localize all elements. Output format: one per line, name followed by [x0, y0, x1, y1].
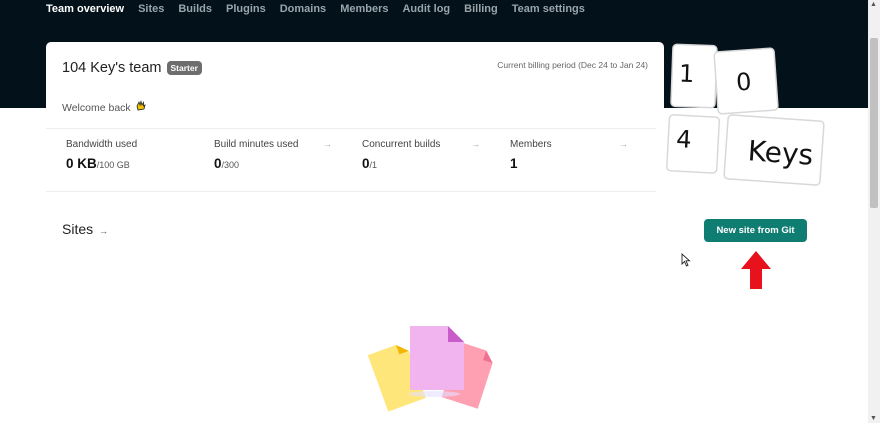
- scroll-down-icon[interactable]: ▼: [870, 415, 877, 422]
- stat-bandwidth: Bandwidth used 0 KB/100 GB: [46, 129, 194, 191]
- waving-hand-icon: [135, 100, 147, 115]
- team-logo-keys: 1 0 4 Keys: [666, 43, 825, 186]
- logo-key-1: 1: [679, 59, 695, 88]
- empty-sites-files-illustration: [368, 326, 493, 412]
- nav-builds[interactable]: Builds: [178, 3, 212, 15]
- team-nav: Team overview Sites Builds Plugins Domai…: [46, 3, 599, 15]
- stat-build-minutes[interactable]: Build minutes used 0/300 →: [194, 129, 342, 191]
- scroll-up-icon[interactable]: ▲: [870, 1, 877, 8]
- scrollbar-thumb[interactable]: [870, 38, 878, 208]
- welcome-text: Welcome back: [62, 101, 131, 114]
- stat-label: Bandwidth used: [66, 139, 138, 150]
- nav-members[interactable]: Members: [340, 3, 388, 15]
- plan-badge: Starter: [166, 61, 202, 75]
- nav-sites[interactable]: Sites: [138, 3, 164, 15]
- logo-key-keys: Keys: [747, 134, 815, 171]
- logo-key-0: 0: [735, 68, 752, 97]
- stat-value: 0 KB/100 GB: [66, 156, 130, 171]
- stat-value: 0/1: [362, 156, 378, 171]
- arrow-right-icon: →: [99, 226, 109, 236]
- stat-value: 1: [510, 156, 518, 171]
- vertical-scrollbar[interactable]: ▲ ▼: [868, 0, 880, 423]
- new-site-from-git-button[interactable]: New site from Git: [704, 219, 807, 242]
- billing-period: Current billing period (Dec 24 to Jan 24…: [497, 60, 648, 70]
- nav-team-settings[interactable]: Team settings: [512, 3, 585, 15]
- stat-members[interactable]: Members 1 →: [490, 129, 638, 191]
- sites-title: Sites: [62, 221, 94, 237]
- welcome-message: Welcome back: [62, 100, 147, 115]
- nav-team-overview[interactable]: Team overview: [46, 3, 124, 15]
- team-overview-card: 104 Key's team Starter Current billing p…: [46, 42, 664, 194]
- annotation-arrow-up-icon: [741, 251, 771, 289]
- nav-domains[interactable]: Domains: [280, 3, 326, 15]
- sites-heading[interactable]: Sites →: [62, 221, 108, 237]
- nav-plugins[interactable]: Plugins: [226, 3, 266, 15]
- mouse-cursor-icon: [681, 253, 691, 267]
- usage-stats: Bandwidth used 0 KB/100 GB Build minutes…: [46, 128, 656, 192]
- team-name: 104 Key's team: [62, 60, 162, 76]
- arrow-right-icon: →: [471, 139, 480, 149]
- team-name-heading: 104 Key's team Starter: [62, 60, 202, 76]
- nav-audit-log[interactable]: Audit log: [402, 3, 450, 15]
- arrow-right-icon: →: [323, 139, 332, 149]
- stat-concurrent-builds[interactable]: Concurrent builds 0/1 →: [342, 129, 490, 191]
- stat-value: 0/300: [214, 156, 240, 171]
- logo-key-4: 4: [676, 125, 693, 154]
- arrow-right-icon: →: [619, 139, 628, 149]
- nav-billing[interactable]: Billing: [464, 3, 498, 15]
